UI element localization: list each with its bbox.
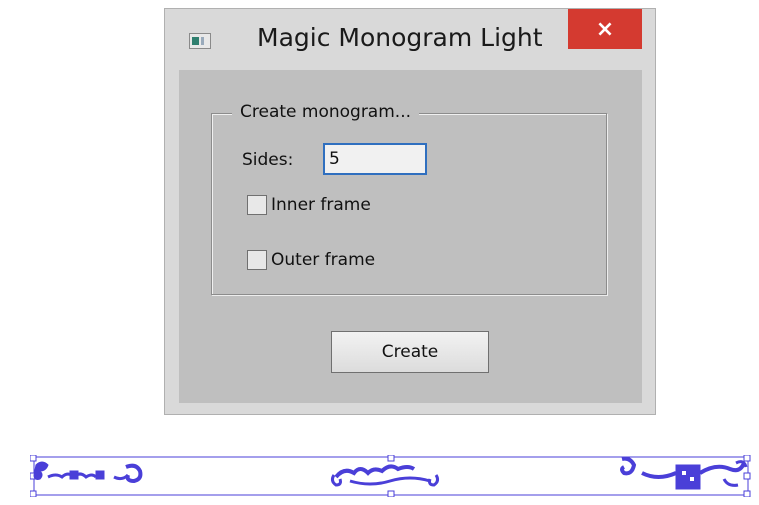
selection-handle[interactable]: [743, 490, 751, 497]
window-title: Magic Monogram Light: [257, 23, 543, 52]
group-legend: Create monogram...: [232, 102, 419, 122]
create-monogram-group: Create monogram... Sides: Inner frame Ou…: [211, 102, 607, 295]
close-icon: ×: [595, 16, 615, 42]
outer-frame-checkbox[interactable]: [247, 250, 267, 270]
center-ornament: [330, 464, 440, 487]
inner-frame-checkbox[interactable]: [247, 195, 267, 215]
selection-handle[interactable]: [30, 490, 37, 497]
selection-handle[interactable]: [743, 472, 751, 480]
sides-label: Sides:: [242, 150, 294, 170]
outer-frame-label: Outer frame: [271, 250, 376, 270]
create-button[interactable]: Create: [331, 331, 489, 373]
selection-handle[interactable]: [30, 455, 37, 462]
left-ornament: [33, 461, 143, 484]
selection-handle[interactable]: [387, 490, 395, 497]
right-ornament: [620, 456, 748, 490]
dialog-client-area: Create monogram... Sides: Inner frame Ou…: [179, 70, 642, 403]
selection-handle[interactable]: [743, 455, 751, 462]
selection-handle[interactable]: [387, 455, 395, 462]
app-window-icon: [189, 33, 211, 49]
outer-frame-option[interactable]: Outer frame: [247, 247, 375, 273]
title-bar[interactable]: Magic Monogram Light ×: [165, 9, 655, 69]
monogram-preview-ornament[interactable]: [30, 455, 752, 497]
inner-frame-option[interactable]: Inner frame: [247, 192, 371, 218]
close-button[interactable]: ×: [568, 9, 642, 49]
monogram-dialog-window: Magic Monogram Light × Create monogram..…: [164, 8, 656, 415]
sides-input[interactable]: [323, 143, 427, 175]
inner-frame-label: Inner frame: [271, 195, 371, 215]
